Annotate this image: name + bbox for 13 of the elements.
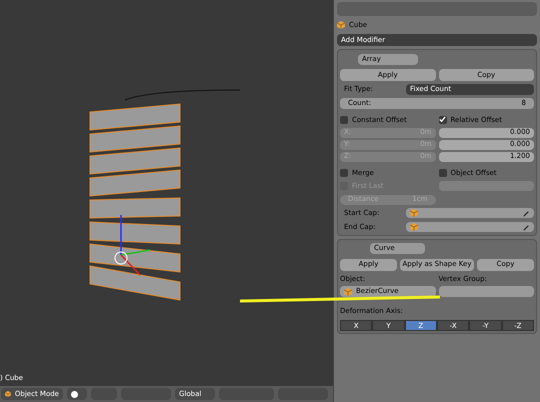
checkbox[interactable] bbox=[438, 168, 446, 177]
cube-icon bbox=[410, 209, 418, 217]
checkbox[interactable] bbox=[438, 116, 446, 124]
cube-icon bbox=[337, 21, 345, 29]
checkbox[interactable] bbox=[340, 168, 348, 177]
vertex-group-field[interactable] bbox=[438, 286, 534, 297]
object-field[interactable] bbox=[406, 208, 534, 218]
checkbox[interactable] bbox=[340, 116, 348, 124]
cube-icon bbox=[5, 390, 11, 398]
cube-icon bbox=[344, 288, 352, 296]
object-field[interactable] bbox=[406, 222, 534, 232]
shading-dropdown[interactable] bbox=[67, 388, 87, 400]
cube-icon bbox=[410, 223, 418, 231]
